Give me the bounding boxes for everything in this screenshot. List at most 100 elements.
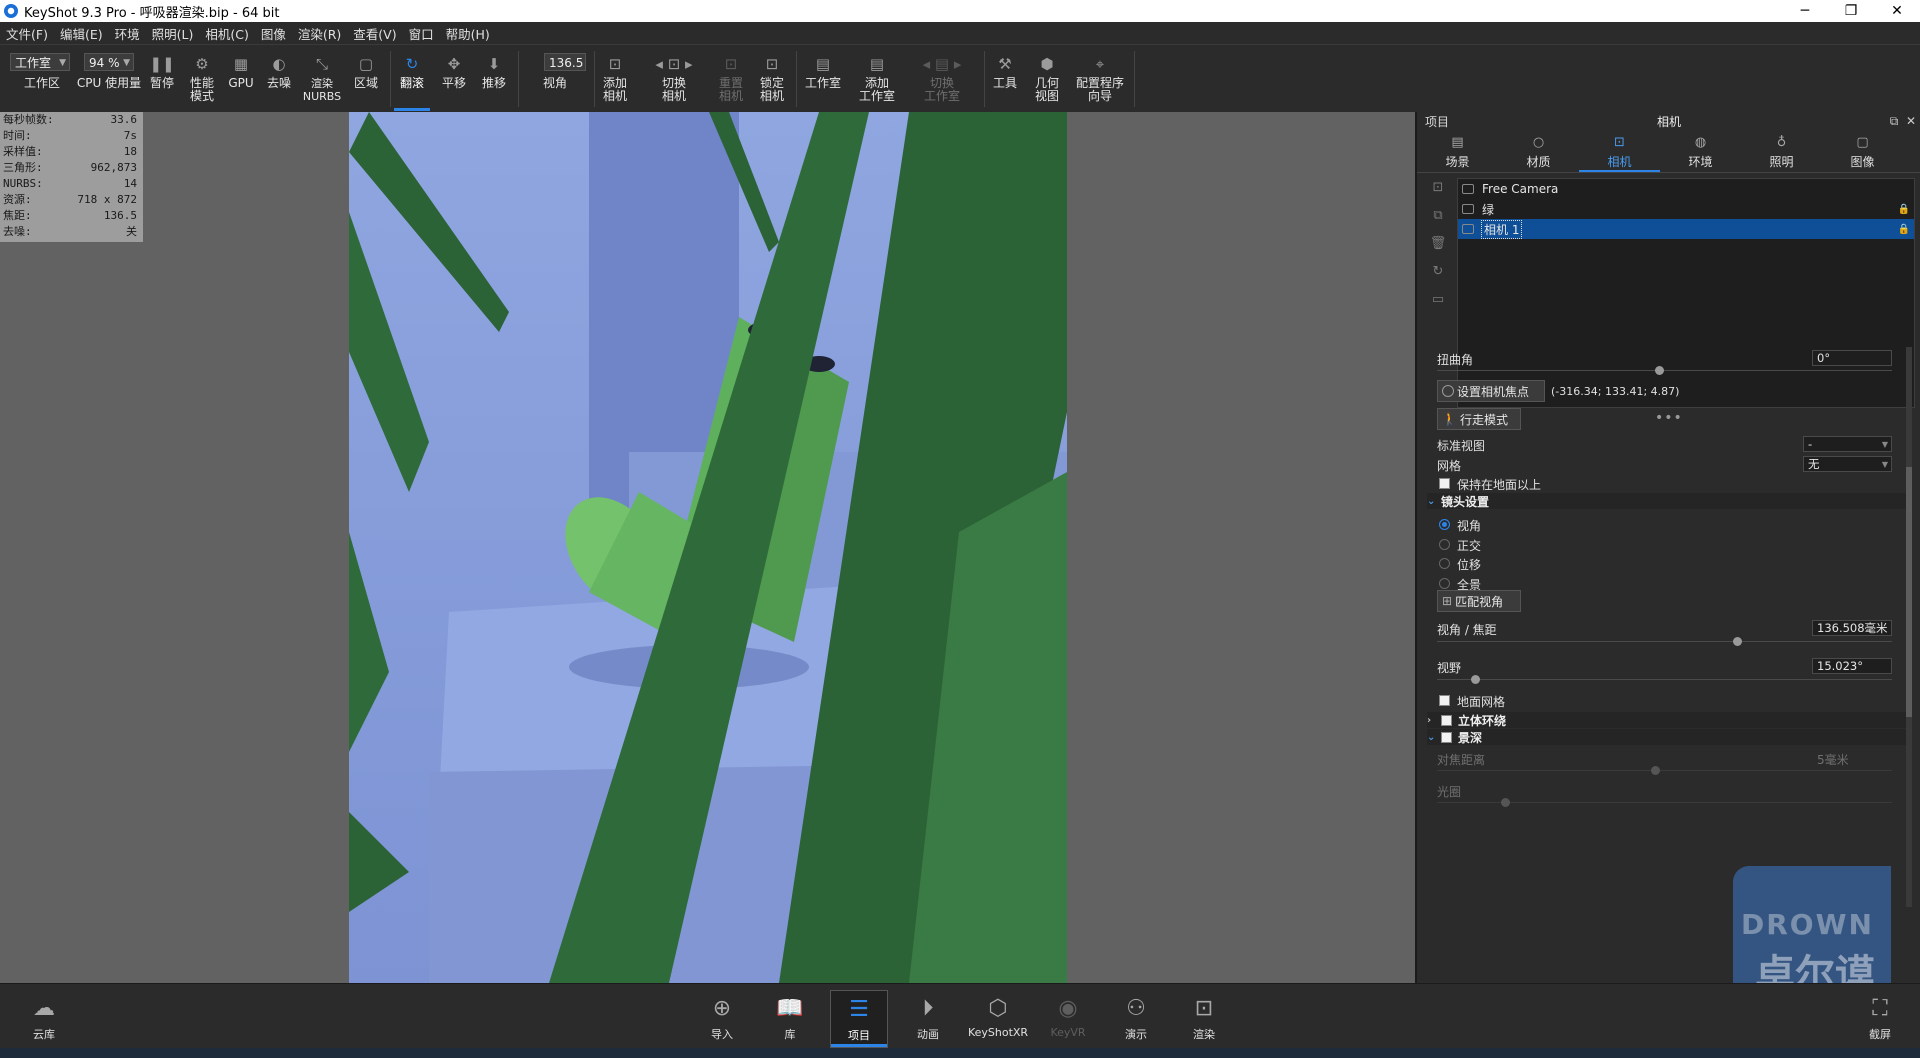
lens-orthographic-radio[interactable]	[1439, 539, 1450, 550]
fov-button[interactable]: 视角	[522, 45, 588, 111]
pan-button[interactable]: ✥ 平移	[438, 45, 470, 111]
maximize-button[interactable]: ❐	[1828, 0, 1874, 22]
denoise-button[interactable]: ◐ 去噪	[264, 45, 294, 111]
camera-list-item[interactable]: 绿 🔒	[1458, 199, 1914, 219]
walk-mode-button[interactable]: 🚶 行走模式	[1437, 408, 1521, 430]
standard-view-select[interactable]: - ▼	[1803, 436, 1892, 452]
region-button[interactable]: ▢ 区域	[350, 45, 382, 111]
library-button[interactable]: 📖 库	[762, 990, 818, 1046]
menu-render[interactable]: 渲染(R)	[292, 24, 347, 43]
region-icon: ▢	[358, 55, 374, 73]
panel-scrollbar[interactable]	[1906, 347, 1912, 907]
dolly-button[interactable]: ⬇ 推移	[478, 45, 510, 111]
tools-button[interactable]: ⚒ 工具	[990, 45, 1020, 111]
project-button[interactable]: ☰ 项目	[830, 990, 888, 1048]
keyvr-button[interactable]: ◉ KeyVR	[1040, 990, 1096, 1046]
field-of-view-slider-handle[interactable]	[1471, 675, 1480, 684]
dolly-label: 推移	[481, 76, 506, 90]
field-of-view-slider[interactable]	[1437, 679, 1892, 680]
twist-slider-handle[interactable]	[1655, 366, 1664, 375]
add-camera-icon[interactable]: ⊡	[1429, 180, 1447, 208]
tumble-button[interactable]: ↻ 翻滚	[394, 45, 430, 111]
fov-focal-slider-handle[interactable]	[1733, 637, 1742, 646]
tab-lighting[interactable]: ♁ 照明	[1741, 132, 1822, 172]
menu-environment[interactable]: 环境	[109, 24, 146, 43]
animation-button[interactable]: ⏵ 动画	[900, 990, 956, 1046]
lens-perspective-radio[interactable]	[1439, 519, 1450, 530]
panel-scrollbar-thumb[interactable]	[1906, 467, 1912, 717]
add-studio-button[interactable]: ▤ 添加 工作室	[856, 45, 898, 111]
globe-icon: ◍	[1694, 135, 1707, 150]
field-of-view-input[interactable]: 15.023°	[1812, 658, 1892, 674]
twist-slider[interactable]	[1437, 370, 1892, 371]
cloud-library-button[interactable]: ☁ 云库	[16, 990, 72, 1046]
reset-camera-button[interactable]: ⊡ 重置 相机	[716, 45, 746, 111]
menu-edit[interactable]: 编辑(E)	[54, 24, 109, 43]
match-fov-button[interactable]: ⊞ 匹配视角	[1437, 590, 1521, 612]
cpu-usage-button[interactable]: CPU 使用量	[76, 45, 142, 111]
stereo-checkbox[interactable]	[1441, 714, 1452, 726]
keep-above-ground-checkbox[interactable]	[1439, 478, 1450, 489]
tab-environment[interactable]: ◍ 环境	[1660, 132, 1741, 172]
screenshot-button[interactable]: ⛶ 截屏	[1852, 990, 1908, 1046]
menu-view[interactable]: 查看(V)	[347, 24, 402, 43]
camera-list-item[interactable]: Free Camera	[1458, 179, 1914, 199]
lens-panorama-radio[interactable]	[1439, 578, 1450, 589]
reset-camera-icon[interactable]: ↻	[1429, 264, 1447, 292]
lock-camera-button[interactable]: ⊡ 锁定 相机	[756, 45, 788, 111]
depth-of-field-section[interactable]: ⌄ 景深	[1427, 729, 1907, 745]
duplicate-camera-icon[interactable]: ⧉	[1429, 208, 1447, 236]
menu-file[interactable]: 文件(F)	[0, 24, 54, 43]
menu-image[interactable]: 图像	[255, 24, 292, 43]
camera-list-item-selected[interactable]: 相机 1 🔒	[1458, 219, 1914, 239]
lens-settings-section[interactable]: ⌄ 镜头设置	[1427, 493, 1907, 509]
render-nurbs-button[interactable]: ⤡ 渲染 NURBS	[302, 45, 342, 111]
menu-help[interactable]: 帮助(H)	[440, 24, 496, 43]
performance-mode-button[interactable]: ⚙ 性能 模式	[186, 45, 218, 111]
tab-material[interactable]: ○ 材质	[1498, 132, 1579, 172]
lock-icon[interactable]: 🔒	[1898, 204, 1910, 215]
lock-icon[interactable]: 🔒	[1898, 224, 1910, 235]
render-button[interactable]: ⊡ 渲染	[1176, 990, 1232, 1046]
grid-select[interactable]: 无 ▼	[1803, 456, 1892, 472]
import-button[interactable]: ⊕ 导入	[694, 990, 750, 1046]
focus-distance-slider-handle[interactable]	[1651, 766, 1660, 775]
twist-input[interactable]: 0°	[1812, 350, 1892, 366]
menu-lighting[interactable]: 照明(L)	[146, 24, 200, 43]
camera-switch-icon: ◂ ⊡ ▸	[655, 55, 693, 73]
menu-window[interactable]: 窗口	[403, 24, 440, 43]
keyshotxr-button[interactable]: ⬡ KeyShotXR	[968, 990, 1028, 1046]
ground-grid-checkbox[interactable]	[1439, 695, 1450, 706]
minimize-button[interactable]: ─	[1782, 0, 1828, 22]
set-focus-button[interactable]: 设置相机焦点	[1437, 380, 1545, 402]
switch-studio-button[interactable]: ◂ ▤ ▸ 切换 工作室	[910, 45, 974, 111]
fov-focal-slider[interactable]	[1437, 641, 1892, 642]
presentation-button[interactable]: ⚇ 演示	[1108, 990, 1164, 1046]
stereo-section[interactable]: › 立体环绕	[1427, 712, 1907, 728]
focus-distance-slider[interactable]	[1437, 770, 1892, 771]
depth-of-field-checkbox[interactable]	[1441, 731, 1452, 743]
tab-image[interactable]: ▢ 图像	[1822, 132, 1903, 172]
delete-camera-icon[interactable]: 🗑	[1429, 236, 1447, 264]
configurator-wizard-button[interactable]: ⌖ 配置程序 向导	[1072, 45, 1128, 111]
tab-scene[interactable]: ▤ 场景	[1417, 132, 1498, 172]
menu-camera[interactable]: 相机(C)	[199, 24, 254, 43]
gpu-button[interactable]: ▦ GPU	[226, 45, 256, 111]
resize-handle[interactable]: •••	[1655, 410, 1683, 426]
lens-shift-radio[interactable]	[1439, 558, 1450, 569]
save-camera-icon[interactable]: ▭	[1429, 292, 1447, 320]
tab-camera[interactable]: ⊡ 相机	[1579, 132, 1660, 172]
switch-camera-button[interactable]: ◂ ⊡ ▸ 切换 相机	[648, 45, 700, 111]
studio-button[interactable]: ▤ 工作室	[800, 45, 846, 111]
pan-icon: ✥	[447, 55, 461, 73]
add-camera-button[interactable]: ⊡ 添加 相机	[598, 45, 632, 111]
close-panel-icon[interactable]: ✕	[1906, 114, 1916, 128]
geometry-view-button[interactable]: ⬢ 几何 视图	[1030, 45, 1064, 111]
aperture-slider-handle[interactable]	[1501, 798, 1510, 807]
close-button[interactable]: ✕	[1874, 0, 1920, 22]
fov-focal-input[interactable]: 136.508毫米	[1812, 620, 1892, 636]
pause-button[interactable]: ❚❚ 暂停	[146, 45, 178, 111]
workspace-button[interactable]: 工作区	[14, 45, 70, 111]
render-viewport[interactable]	[349, 112, 1067, 983]
undock-icon[interactable]: ⧉	[1890, 114, 1899, 128]
